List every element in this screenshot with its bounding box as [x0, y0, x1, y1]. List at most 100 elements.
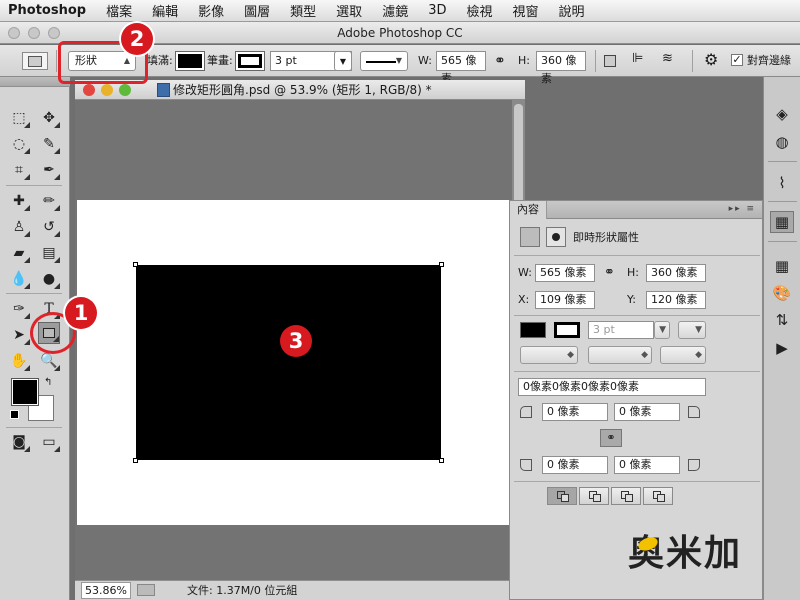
path-arrangement-icon[interactable]: ≋: [662, 51, 680, 69]
move-tool-icon[interactable]: ✥: [38, 107, 60, 129]
intersect-shapes-button[interactable]: [611, 487, 641, 505]
prop-height-label: H:: [627, 266, 639, 279]
gear-icon[interactable]: ⚙: [704, 50, 722, 69]
menu-window[interactable]: 視窗: [513, 1, 539, 20]
quick-selection-tool-icon[interactable]: ✎: [38, 133, 60, 155]
prop-stroke-swatch[interactable]: [554, 322, 580, 338]
radius-bottom-right-field[interactable]: 0 像素: [614, 456, 680, 474]
radius-top-right-value: 0 像素: [619, 405, 652, 418]
swap-colors-icon[interactable]: ↰: [44, 377, 52, 388]
prop-corner-dropdown[interactable]: ◆: [660, 346, 706, 364]
transform-handle[interactable]: [439, 262, 444, 267]
tool-preset-picker[interactable]: [22, 52, 48, 70]
history-brush-tool-icon[interactable]: ↺: [38, 216, 60, 238]
healing-brush-tool-icon[interactable]: ✚: [8, 190, 30, 212]
status-menu-icon[interactable]: [137, 584, 155, 596]
layers-icon[interactable]: ◈: [770, 103, 794, 125]
eyedropper-tool-icon[interactable]: ✒: [38, 159, 60, 181]
menu-view[interactable]: 檢視: [466, 1, 492, 20]
menu-type[interactable]: 類型: [290, 1, 316, 20]
combine-shapes-button[interactable]: [547, 487, 577, 505]
prop-stroke-type-dropdown[interactable]: ▼: [678, 321, 706, 339]
prop-y-label: Y:: [627, 293, 636, 306]
foreground-color-swatch[interactable]: [11, 378, 39, 406]
prop-x-label: X:: [518, 293, 530, 306]
screen-mode-icon[interactable]: ▭: [38, 431, 60, 453]
paths-icon[interactable]: ⌇: [770, 172, 794, 194]
default-colors-icon[interactable]: [10, 410, 19, 419]
prop-height-field[interactable]: 360 像素: [646, 264, 706, 282]
properties-icon[interactable]: ▦: [770, 211, 794, 233]
prop-align-dropdown[interactable]: ◆: [520, 346, 578, 364]
link-radius-icon[interactable]: ⚭: [600, 429, 622, 447]
menu-filter[interactable]: 濾鏡: [382, 1, 408, 20]
prop-stroke-width-field[interactable]: 3 pt: [588, 321, 654, 339]
path-alignment-icon[interactable]: ⊫: [632, 51, 650, 69]
zoom-document-button[interactable]: [119, 84, 131, 96]
document-canvas[interactable]: [77, 200, 509, 525]
height-field[interactable]: 360 像素: [536, 51, 586, 85]
brush-tool-icon[interactable]: ✏: [38, 190, 60, 212]
tab-properties[interactable]: 內容: [510, 201, 547, 219]
swatches-icon[interactable]: ▦: [770, 255, 794, 277]
panel-menu-icon[interactable]: ▸▸ ≡: [729, 204, 756, 214]
transform-handle[interactable]: [133, 262, 138, 267]
menu-select[interactable]: 選取: [336, 1, 362, 20]
rectangle-shape[interactable]: [133, 262, 444, 463]
eraser-tool-icon[interactable]: ▰: [8, 242, 30, 264]
transform-handle[interactable]: [439, 458, 444, 463]
zoom-window-button[interactable]: [48, 27, 60, 39]
prop-fill-swatch[interactable]: [520, 322, 546, 338]
menu-image[interactable]: 影像: [198, 1, 224, 20]
marquee-tool-icon[interactable]: ⬚: [8, 107, 30, 129]
prop-width-field[interactable]: 565 像素: [535, 264, 595, 282]
mask-properties-icon[interactable]: [546, 227, 566, 247]
menu-file[interactable]: 檔案: [106, 1, 132, 20]
pen-tool-icon[interactable]: ✑: [8, 298, 30, 320]
history-icon[interactable]: ⇅: [770, 309, 794, 331]
prop-all-radius-field[interactable]: 0像素0像素0像素0像素: [518, 378, 706, 396]
fill-swatch[interactable]: [175, 51, 205, 71]
crop-tool-icon[interactable]: ⌗: [8, 159, 30, 181]
dodge-tool-icon[interactable]: ●: [38, 268, 60, 290]
stroke-swatch[interactable]: [235, 51, 265, 71]
quick-mask-icon[interactable]: ◙: [8, 431, 30, 453]
minimize-window-button[interactable]: [28, 27, 40, 39]
link-icon[interactable]: ⚭: [604, 264, 615, 282]
subtract-shapes-button[interactable]: [579, 487, 609, 505]
link-icon[interactable]: ⚭: [494, 51, 506, 71]
channels-icon[interactable]: ◍: [770, 131, 794, 153]
exclude-shapes-button[interactable]: [643, 487, 673, 505]
clone-stamp-tool-icon[interactable]: ♙: [8, 216, 30, 238]
prop-y-field[interactable]: 120 像素: [646, 291, 706, 309]
shape-properties-icon[interactable]: [520, 227, 540, 247]
stroke-width-dropdown[interactable]: ▼: [334, 51, 352, 71]
radius-top-right-field[interactable]: 0 像素: [614, 403, 680, 421]
menu-edit[interactable]: 編輯: [152, 1, 178, 20]
minimize-document-button[interactable]: [101, 84, 113, 96]
radius-top-left-field[interactable]: 0 像素: [542, 403, 608, 421]
gradient-tool-icon[interactable]: ▤: [38, 242, 60, 264]
chevron-down-icon[interactable]: ▼: [654, 321, 670, 339]
transform-handle[interactable]: [133, 458, 138, 463]
prop-x-field[interactable]: 109 像素: [535, 291, 595, 309]
close-document-button[interactable]: [83, 84, 95, 96]
prop-cap-dropdown[interactable]: ◆: [588, 346, 652, 364]
align-edges-checkbox[interactable]: ✓: [731, 54, 743, 66]
play-actions-icon[interactable]: ▶: [770, 337, 794, 359]
color-palette-icon[interactable]: 🎨: [770, 282, 794, 304]
radius-bottom-left-field[interactable]: 0 像素: [542, 456, 608, 474]
lasso-tool-icon[interactable]: ◌: [8, 133, 30, 155]
menu-3d[interactable]: 3D: [428, 3, 446, 18]
zoom-field[interactable]: 53.86%: [81, 582, 131, 599]
stroke-type-dropdown[interactable]: ▼: [360, 51, 408, 71]
menu-help[interactable]: 說明: [559, 1, 585, 20]
path-operations-icon[interactable]: [604, 55, 616, 67]
hand-tool-icon[interactable]: ✋: [8, 350, 30, 372]
close-window-button[interactable]: [8, 27, 20, 39]
path-selection-tool-icon[interactable]: ➤: [8, 324, 30, 346]
app-menu[interactable]: Photoshop: [8, 3, 86, 18]
menu-layer[interactable]: 圖層: [244, 1, 270, 20]
blur-tool-icon[interactable]: 💧: [8, 268, 30, 290]
width-field[interactable]: 565 像素: [436, 51, 486, 85]
